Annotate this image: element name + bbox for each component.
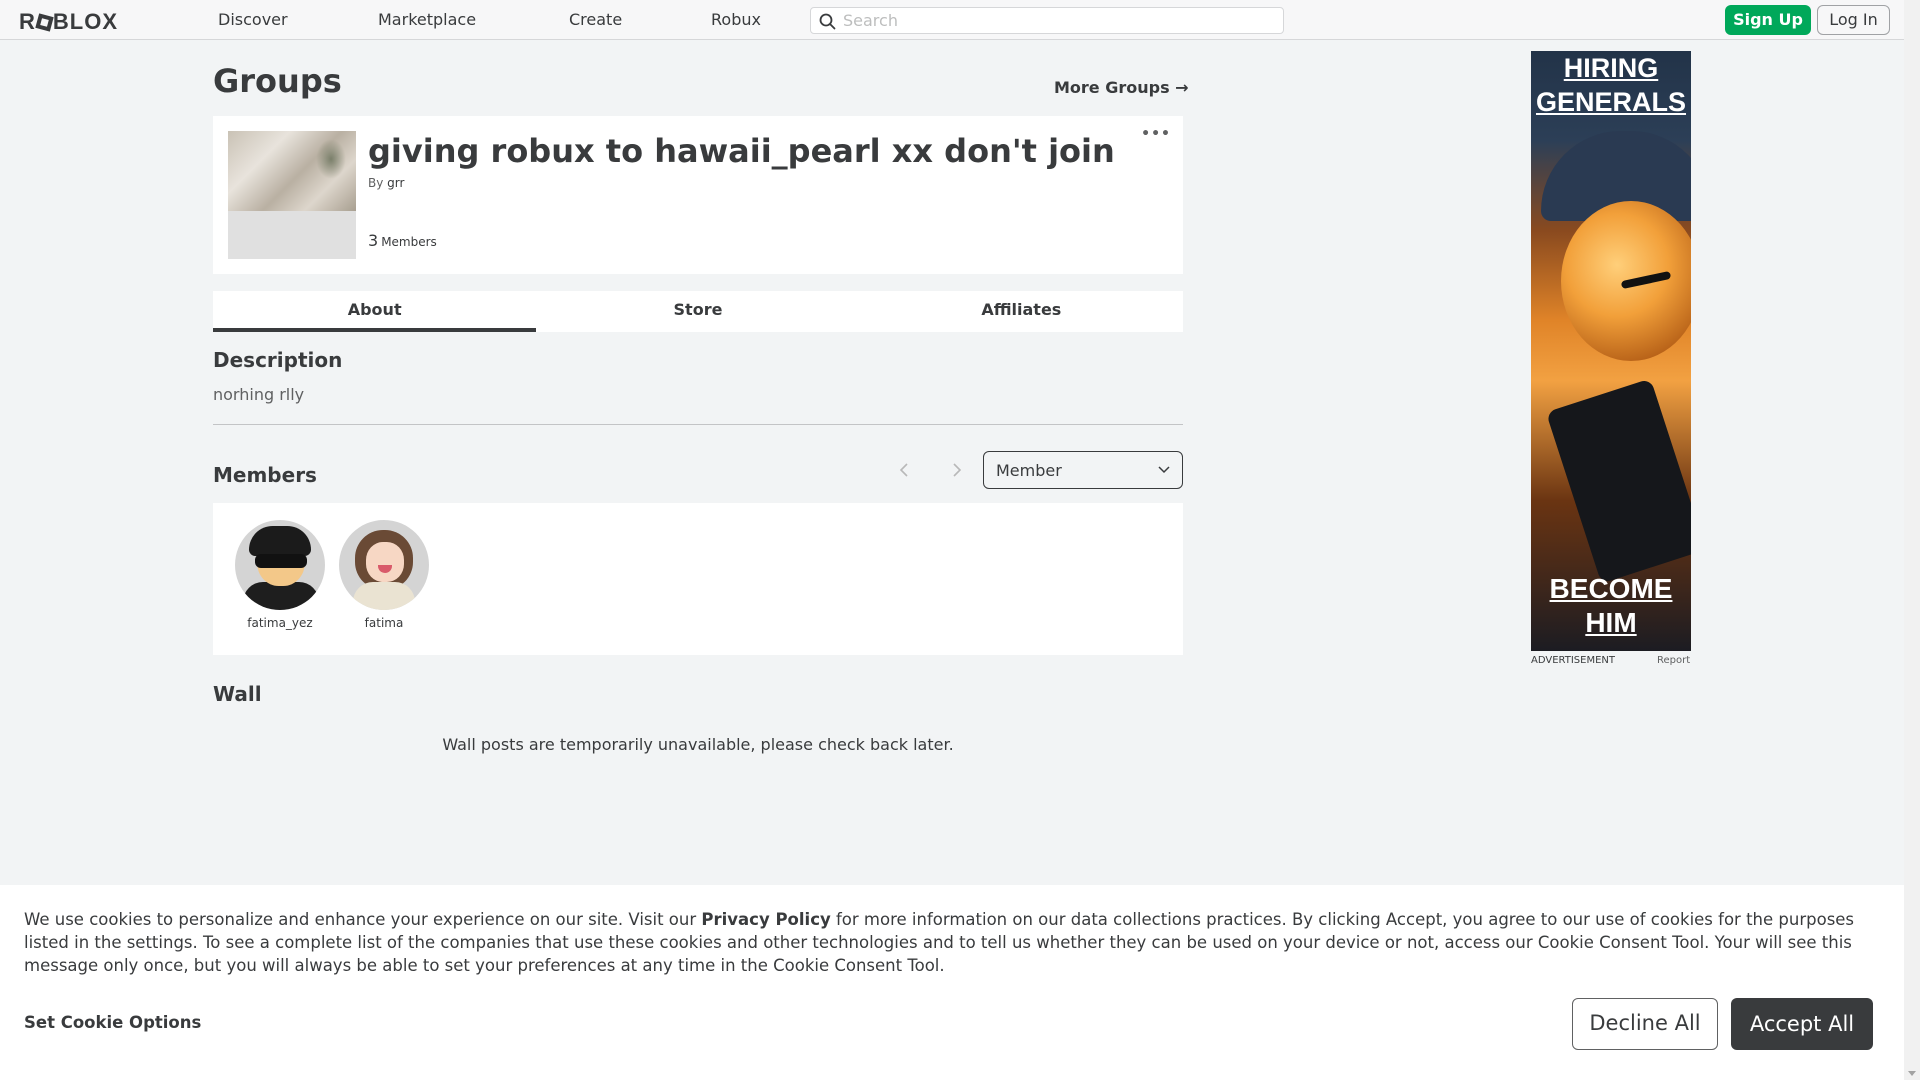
member-name[interactable]: fatima <box>336 616 432 630</box>
group-name: giving robux to hawaii_pearl xx don't jo… <box>368 132 1115 170</box>
ad-rifle-graphic <box>1545 378 1691 584</box>
previous-page-icon[interactable] <box>895 461 915 479</box>
set-cookie-options-link[interactable]: Set Cookie Options <box>24 1013 201 1032</box>
group-tabs: About Store Affiliates <box>213 291 1183 332</box>
privacy-policy-link[interactable]: Privacy Policy <box>701 910 830 929</box>
avatar[interactable] <box>235 520 325 610</box>
tab-affiliates[interactable]: Affiliates <box>860 291 1183 332</box>
roblox-logo[interactable]: R BLOX <box>19 9 118 35</box>
role-dropdown[interactable]: Member <box>983 451 1183 489</box>
tab-store[interactable]: Store <box>536 291 859 332</box>
ad-tagline: BECOME HIM <box>1549 573 1673 638</box>
page-scrollbar[interactable] <box>1904 0 1920 1080</box>
more-options-icon[interactable]: ••• <box>1141 126 1171 142</box>
cookie-message: We use cookies to personalize and enhanc… <box>24 908 1884 977</box>
avatar[interactable] <box>339 520 429 610</box>
group-owner-line: By grr <box>368 176 404 190</box>
nav-link-robux[interactable]: Robux <box>711 10 761 29</box>
ad-headline: HIRING GENERALS <box>1535 53 1687 117</box>
member-count-value: 3 <box>368 231 379 250</box>
ad-report-link[interactable]: Report <box>1657 655 1690 666</box>
member-name[interactable]: fatima_yez <box>232 616 328 630</box>
group-owner-link[interactable]: grr <box>387 176 404 190</box>
description-text: norhing rlly <box>213 385 305 404</box>
members-heading: Members <box>213 463 317 487</box>
group-emblem-image <box>228 131 356 211</box>
search-icon <box>819 13 836 30</box>
accept-all-button[interactable]: Accept All <box>1731 998 1873 1050</box>
description-heading: Description <box>213 348 343 372</box>
cookie-consent-banner: We use cookies to personalize and enhanc… <box>0 885 1904 1080</box>
sign-up-button[interactable]: Sign Up <box>1725 5 1811 35</box>
nav-link-marketplace[interactable]: Marketplace <box>378 10 476 29</box>
decline-all-button[interactable]: Decline All <box>1572 998 1718 1050</box>
nav-link-create[interactable]: Create <box>569 10 622 29</box>
group-emblem <box>228 131 356 259</box>
member-card[interactable]: fatima <box>336 520 432 630</box>
tab-affiliates-label: Affiliates <box>981 300 1062 319</box>
search-input[interactable] <box>843 10 1273 31</box>
advertisement-label: ADVERTISEMENT <box>1531 655 1616 666</box>
scroll-down-arrow-icon[interactable] <box>1908 1071 1916 1076</box>
wall-unavailable-message: Wall posts are temporarily unavailable, … <box>442 735 954 754</box>
members-list: fatima_yez fatima <box>213 503 1183 655</box>
chevron-down-icon <box>1158 466 1170 474</box>
logo-o-icon <box>35 13 54 32</box>
search-box[interactable] <box>810 7 1284 34</box>
top-nav-bar: R BLOX Discover Marketplace Create Robux … <box>0 0 1904 40</box>
wall-heading: Wall <box>213 682 262 706</box>
group-header-card: giving robux to hawaii_pearl xx don't jo… <box>213 116 1183 274</box>
log-in-button[interactable]: Log In <box>1817 5 1890 35</box>
cookie-text-part: We use cookies to personalize and enhanc… <box>24 910 702 929</box>
tab-about[interactable]: About <box>213 291 537 332</box>
nav-link-discover[interactable]: Discover <box>218 10 288 29</box>
role-dropdown-value: Member <box>996 461 1062 480</box>
advertisement-banner[interactable]: HIRING GENERALS BECOME HIM <box>1531 51 1691 651</box>
page-title: Groups <box>213 62 342 100</box>
more-groups-link[interactable]: More Groups → <box>1054 78 1189 97</box>
member-card[interactable]: fatima_yez <box>232 520 328 630</box>
next-page-icon[interactable] <box>946 461 966 479</box>
member-count-label: Members <box>381 235 437 249</box>
by-prefix: By <box>368 176 384 190</box>
group-member-count: 3 Members <box>368 231 437 250</box>
section-divider <box>213 424 1183 425</box>
tab-store-label: Store <box>673 300 723 319</box>
